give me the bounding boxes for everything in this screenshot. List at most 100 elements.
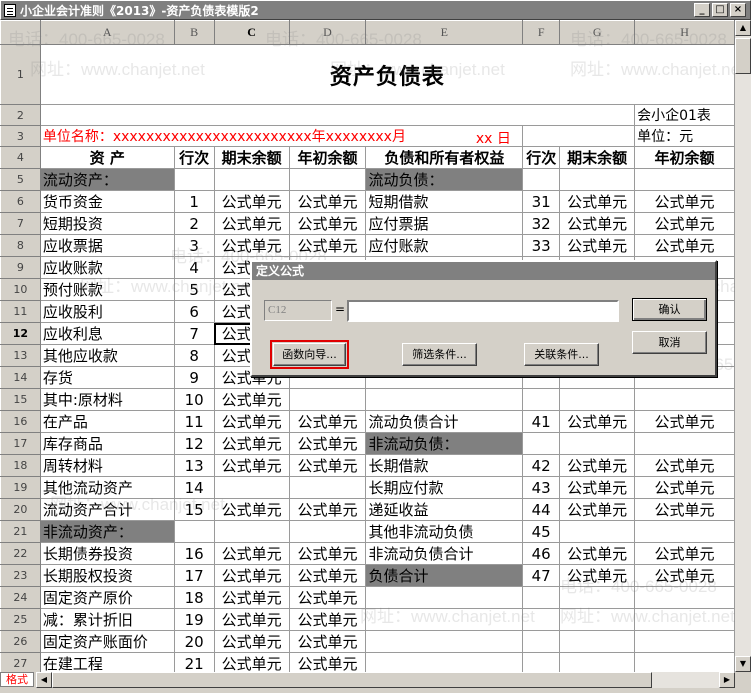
cell-b[interactable]: 8	[173, 344, 215, 367]
cell-c[interactable]: 公式单元	[213, 454, 290, 477]
cell-c[interactable]: 公式单元	[213, 234, 290, 257]
cell-c[interactable]: 公式单元	[213, 542, 290, 565]
cell-b[interactable]	[173, 520, 215, 543]
cell-d[interactable]	[288, 168, 367, 191]
cell-h[interactable]	[634, 168, 735, 191]
row-header[interactable]: 14	[0, 366, 41, 389]
cell-h[interactable]: 公式单元	[634, 454, 735, 477]
row-header[interactable]: 13	[0, 344, 41, 367]
row-header[interactable]: 15	[0, 388, 41, 411]
vertical-scroll-thumb[interactable]	[735, 38, 751, 74]
cell-b[interactable]: 21	[173, 652, 215, 672]
cell-b[interactable]: 14	[173, 476, 215, 499]
cell-h[interactable]	[634, 586, 735, 609]
header-cell[interactable]: 年初余额	[634, 146, 735, 169]
row-header[interactable]: 2	[0, 104, 41, 126]
close-button[interactable]: ×	[730, 3, 746, 17]
cell-a[interactable]: 其他流动资产	[39, 476, 175, 499]
column-header[interactable]: B	[173, 20, 215, 45]
cell[interactable]	[39, 104, 636, 126]
cell-e[interactable]: 其他非流动负债	[365, 520, 524, 543]
select-all-corner[interactable]	[0, 20, 41, 45]
cell-d[interactable]: 公式单元	[288, 652, 367, 672]
cell-h[interactable]: 公式单元	[634, 564, 735, 587]
header-cell[interactable]: 年初余额	[288, 146, 367, 169]
cell-g[interactable]: 公式单元	[559, 190, 636, 213]
cell-b[interactable]	[173, 168, 215, 191]
cell-a[interactable]: 在产品	[39, 410, 175, 433]
cell-a[interactable]: 长期债券投资	[39, 542, 175, 565]
cell-c[interactable]: 公式单元	[213, 652, 290, 672]
cell-e[interactable]: 负债合计	[365, 564, 524, 587]
cell-g[interactable]: 公式单元	[559, 498, 636, 521]
cell-b[interactable]: 20	[173, 630, 215, 653]
cell-g[interactable]: 公式单元	[559, 454, 636, 477]
confirm-button[interactable]: 确认	[632, 298, 707, 321]
cell-f[interactable]: 31	[522, 190, 561, 213]
cell-e[interactable]: 流动负债合计	[365, 410, 524, 433]
cell-c[interactable]: 公式单元	[213, 498, 290, 521]
cell-b[interactable]: 19	[173, 608, 215, 631]
cell-g[interactable]	[559, 520, 636, 543]
cell-b[interactable]: 5	[173, 278, 215, 301]
row-header[interactable]: 24	[0, 586, 41, 609]
cell-b[interactable]: 13	[173, 454, 215, 477]
cell-c[interactable]: 公式单元	[213, 190, 290, 213]
cell-f[interactable]: 46	[522, 542, 561, 565]
cell-a[interactable]: 固定资产原价	[39, 586, 175, 609]
cell-a[interactable]: 流动资产：	[39, 168, 175, 191]
cell-c[interactable]	[213, 520, 290, 543]
cell-d[interactable]: 公式单元	[288, 410, 367, 433]
cell-a[interactable]: 非流动资产：	[39, 520, 175, 543]
cell-a[interactable]: 应收股利	[39, 300, 175, 323]
cell-b[interactable]: 16	[173, 542, 215, 565]
cell-h[interactable]: 公式单元	[634, 476, 735, 499]
filter-condition-button[interactable]: 筛选条件...	[402, 343, 477, 366]
cell-a[interactable]: 流动资产合计	[39, 498, 175, 521]
cell-e[interactable]: 长期借款	[365, 454, 524, 477]
row-header[interactable]: 21	[0, 520, 41, 543]
cell-h[interactable]	[634, 630, 735, 653]
cell-e[interactable]: 短期借款	[365, 190, 524, 213]
horizontal-scrollbar[interactable]: ◀ ▶	[36, 672, 735, 688]
cell-h[interactable]: 公式单元	[634, 234, 735, 257]
column-header[interactable]: E	[365, 20, 524, 45]
cell-a[interactable]: 货币资金	[39, 190, 175, 213]
cell-e[interactable]: 应付账款	[365, 234, 524, 257]
cell-d[interactable]: 公式单元	[288, 586, 367, 609]
cell-g[interactable]: 公式单元	[559, 564, 636, 587]
cell-e[interactable]: 非流动负债：	[365, 432, 524, 455]
cell-c[interactable]	[213, 476, 290, 499]
cell-b[interactable]: 10	[173, 388, 215, 411]
cell-f[interactable]	[522, 168, 561, 191]
cell-b[interactable]: 7	[173, 322, 215, 345]
row-header[interactable]: 6	[0, 190, 41, 213]
cell-a[interactable]: 其中:原材料	[39, 388, 175, 411]
cell-f[interactable]: 47	[522, 564, 561, 587]
row-header[interactable]: 20	[0, 498, 41, 521]
cell-c[interactable]	[213, 168, 290, 191]
cell-f[interactable]	[522, 630, 561, 653]
cell-d[interactable]: 公式单元	[288, 212, 367, 235]
row-header[interactable]: 12	[0, 322, 41, 345]
row-header[interactable]: 17	[0, 432, 41, 455]
cell-g[interactable]	[559, 586, 636, 609]
cell-e[interactable]: 非流动负债合计	[365, 542, 524, 565]
cell-b[interactable]: 6	[173, 300, 215, 323]
cell-f[interactable]: 42	[522, 454, 561, 477]
cell-c[interactable]: 公式单元	[213, 212, 290, 235]
cell-f[interactable]: 45	[522, 520, 561, 543]
cell-e[interactable]	[365, 586, 524, 609]
cell-e[interactable]	[365, 630, 524, 653]
cell-g[interactable]	[559, 432, 636, 455]
scroll-left-icon[interactable]: ◀	[36, 672, 52, 688]
cell-g[interactable]	[559, 608, 636, 631]
cell-g[interactable]: 公式单元	[559, 234, 636, 257]
cell-c[interactable]: 公式单元	[213, 388, 290, 411]
row-header[interactable]: 27	[0, 652, 41, 672]
cell-h[interactable]	[634, 652, 735, 672]
cell-d[interactable]: 公式单元	[288, 190, 367, 213]
cell-d[interactable]: 公式单元	[288, 498, 367, 521]
cell-e[interactable]	[365, 652, 524, 672]
cell-c[interactable]: 公式单元	[213, 410, 290, 433]
